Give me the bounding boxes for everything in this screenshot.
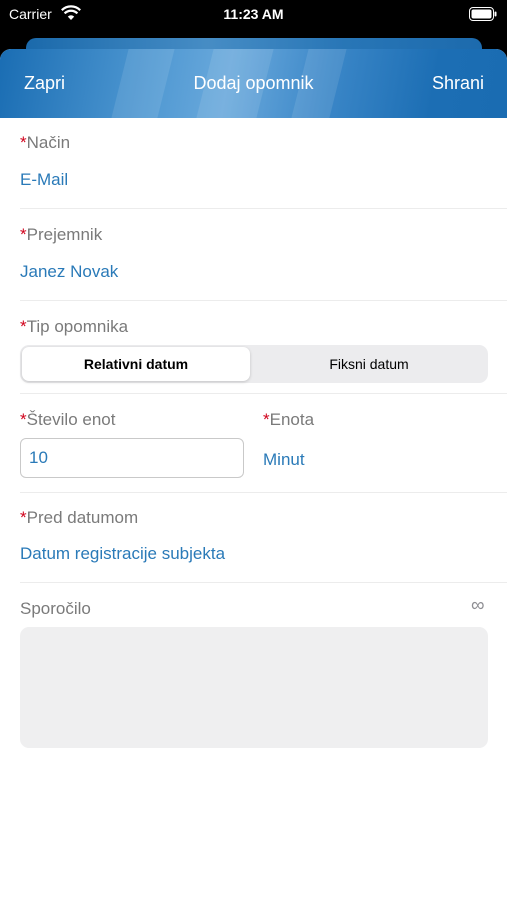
method-value[interactable]: E-Mail <box>20 170 68 190</box>
divider <box>20 492 507 493</box>
required-mark: * <box>20 133 27 152</box>
unit-count-input[interactable] <box>20 438 244 478</box>
before-date-label: *Pred datumom <box>20 508 139 527</box>
divider <box>20 208 507 209</box>
required-mark: * <box>20 508 27 527</box>
infinity-icon[interactable]: ∞ <box>471 595 485 617</box>
status-bar: Carrier 11:23 AM <box>0 0 507 30</box>
battery-icon <box>469 7 497 21</box>
divider <box>20 300 507 301</box>
page-title: Dodaj opomnik <box>193 73 314 93</box>
before-date-value[interactable]: Datum registracije subjekta <box>20 544 225 564</box>
message-textarea[interactable] <box>20 627 488 748</box>
add-reminder-sheet: Zapri Dodaj opomnik Shrani *Način E-Mail… <box>0 49 507 900</box>
required-mark: * <box>20 410 27 429</box>
segment-fixed-date[interactable]: Fiksni datum <box>252 347 486 381</box>
unit-count-label: *Število enot <box>20 410 116 429</box>
required-mark: * <box>20 225 27 244</box>
segment-relative-date[interactable]: Relativni datum <box>22 347 250 381</box>
save-button[interactable]: Shrani <box>432 73 484 94</box>
navigation-bar: Zapri Dodaj opomnik Shrani <box>0 49 507 118</box>
method-label: *Način <box>20 133 71 152</box>
recipient-label: *Prejemnik <box>20 225 103 244</box>
status-time: 11:23 AM <box>223 6 284 22</box>
required-mark: * <box>20 317 27 336</box>
reminder-type-label: *Tip opomnika <box>20 317 129 336</box>
required-mark: * <box>263 410 270 429</box>
message-label: Sporočilo <box>20 599 91 618</box>
unit-value[interactable]: Minut <box>263 450 305 470</box>
unit-label: *Enota <box>263 410 315 429</box>
recipient-value[interactable]: Janez Novak <box>20 262 118 282</box>
reminder-type-segmented-control: Relativni datum Fiksni datum <box>20 345 488 383</box>
divider <box>20 582 507 583</box>
divider <box>20 393 507 394</box>
